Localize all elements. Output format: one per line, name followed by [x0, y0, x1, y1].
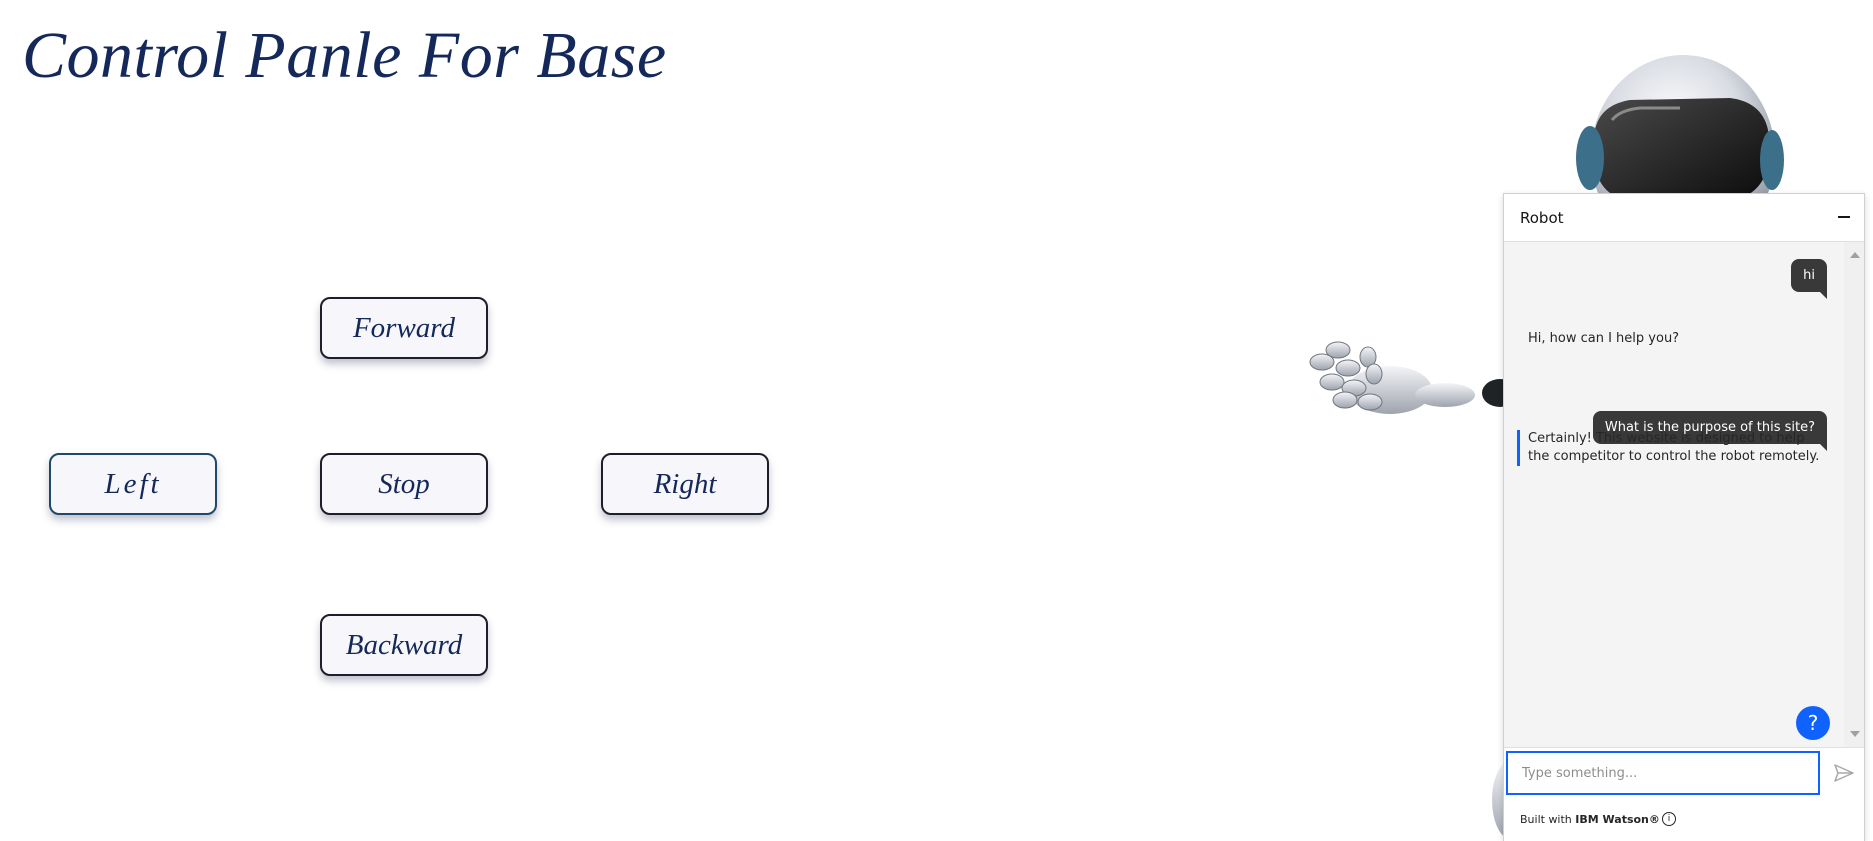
user-message: hi: [1791, 259, 1827, 299]
built-with-text: Built with IBM Watson®: [1520, 813, 1660, 826]
chat-scrollbar[interactable]: [1844, 242, 1864, 747]
message-list: hi Hi, how can I help you? What is the p…: [1504, 242, 1845, 747]
info-icon[interactable]: i: [1662, 812, 1676, 826]
right-button[interactable]: Right: [601, 453, 769, 515]
page: Control Panle For Base Forward Left Stop…: [0, 0, 1873, 841]
chat-input[interactable]: [1506, 751, 1820, 795]
help-button[interactable]: ?: [1796, 706, 1830, 740]
left-button[interactable]: Left: [49, 453, 217, 515]
page-title: Control Panle For Base: [22, 19, 667, 92]
scroll-up-icon[interactable]: [1850, 252, 1860, 258]
minimize-button[interactable]: [1828, 202, 1860, 234]
built-with-brand: IBM Watson®: [1575, 813, 1660, 826]
forward-button[interactable]: Forward: [320, 297, 488, 359]
chat-widget: Robot hi Hi, how can I help you? What is…: [1503, 193, 1865, 841]
bot-message: Hi, how can I help you?: [1528, 331, 1680, 346]
bot-message: Certainly! This website is designed to h…: [1517, 430, 1828, 466]
backward-button[interactable]: Backward: [320, 614, 488, 676]
chat-footer: Built with IBM Watson® i: [1504, 799, 1864, 841]
send-icon[interactable]: [1832, 761, 1856, 785]
built-with-prefix: Built with: [1520, 813, 1576, 826]
scroll-down-icon[interactable]: [1850, 731, 1860, 737]
chat-input-area: [1504, 747, 1864, 799]
chat-title: Robot: [1520, 209, 1564, 227]
minimize-icon: [1838, 216, 1850, 218]
stop-button[interactable]: Stop: [320, 453, 488, 515]
chat-header: Robot: [1504, 194, 1864, 242]
